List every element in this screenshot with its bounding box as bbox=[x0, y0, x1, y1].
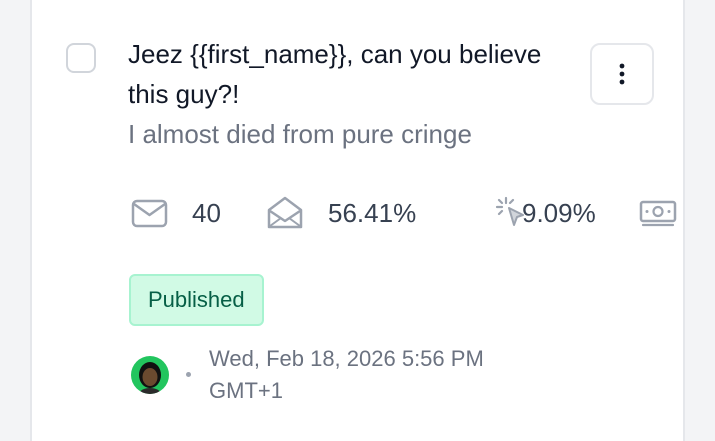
campaign-preview-text: I almost died from pure cringe bbox=[128, 119, 472, 149]
click-rate: 9.09% bbox=[522, 198, 596, 228]
separator-dot bbox=[186, 372, 191, 377]
avatar bbox=[131, 356, 169, 394]
campaign-stats: 40 56.41% 9.09% 0 bbox=[130, 193, 683, 233]
envelope-icon bbox=[131, 199, 168, 228]
status-badge: Published bbox=[129, 274, 264, 326]
campaign-card[interactable]: Jeez {{first_name}}, can you believe thi… bbox=[30, 0, 685, 441]
campaign-date: Wed, Feb 18, 2026 5:56 PM GMT+1 bbox=[209, 346, 484, 403]
select-checkbox[interactable] bbox=[66, 43, 96, 73]
kebab-menu-icon bbox=[619, 63, 625, 85]
sent-count: 40 bbox=[192, 198, 221, 228]
money-icon bbox=[639, 200, 677, 227]
campaign-title[interactable]: Jeez {{first_name}}, can you believe thi… bbox=[128, 34, 578, 114]
more-options-button[interactable] bbox=[590, 43, 654, 105]
open-rate: 56.41% bbox=[328, 198, 417, 228]
envelope-open-icon bbox=[267, 196, 303, 229]
